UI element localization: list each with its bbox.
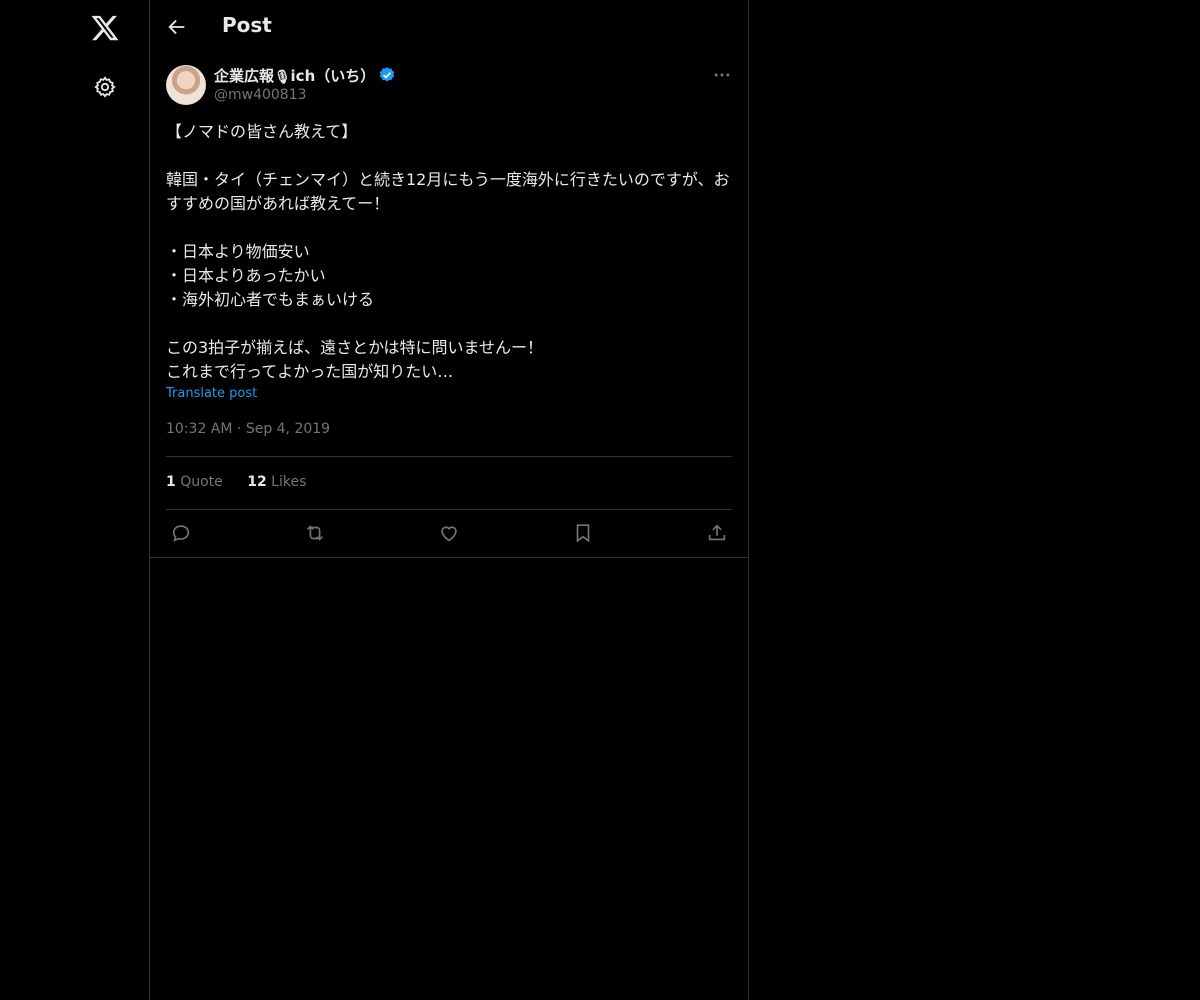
likes-label: Likes: [271, 474, 307, 490]
verified-badge-icon: [378, 66, 396, 84]
repost-icon[interactable]: [304, 522, 326, 544]
post-time: 10:32 AM: [166, 421, 233, 437]
author-display-name[interactable]: 企業広報🎙ich（いち）: [214, 65, 396, 86]
settings-icon[interactable]: [93, 75, 117, 99]
x-logo-icon[interactable]: [90, 13, 120, 43]
divider: [150, 557, 748, 558]
timestamp-separator: ·: [236, 421, 242, 437]
post-actions: [166, 510, 732, 556]
translate-post-link[interactable]: Translate post: [166, 386, 257, 401]
avatar[interactable]: [166, 65, 206, 105]
post-date: Sep 4, 2019: [245, 421, 331, 437]
post-detail-column: Post 企業広報🎙ich（いち） @mw400813 【ノマドの皆さん教えて】…: [149, 0, 749, 1000]
share-icon[interactable]: [706, 522, 728, 544]
display-name-prefix: 企業広報: [214, 67, 275, 85]
left-navigation: [0, 0, 149, 1000]
microphone-emoji: 🎙: [274, 70, 291, 85]
likes-stat[interactable]: 12 Likes: [247, 474, 306, 490]
quotes-stat[interactable]: 1 Quote: [166, 474, 223, 490]
quotes-count: 1: [166, 474, 176, 490]
post-timestamp[interactable]: 10:32 AM · Sep 4, 2019: [166, 421, 330, 437]
page-title: Post: [222, 13, 272, 37]
author-handle[interactable]: @mw400813: [214, 87, 307, 103]
quotes-label: Quote: [180, 474, 223, 490]
like-icon[interactable]: [438, 522, 460, 544]
divider: [166, 456, 732, 457]
likes-count: 12: [247, 474, 267, 490]
page-header: Post: [150, 0, 748, 53]
post-author: 企業広報🎙ich（いち） @mw400813: [166, 65, 732, 107]
more-icon[interactable]: [712, 65, 732, 85]
post-stats: 1 Quote 12 Likes: [166, 474, 326, 490]
post-text: 【ノマドの皆さん教えて】 韓国・タイ（チェンマイ）と続き12月にもう一度海外に行…: [166, 122, 730, 381]
bookmark-icon[interactable]: [572, 522, 594, 544]
back-arrow-icon[interactable]: [166, 16, 188, 38]
reply-icon[interactable]: [170, 522, 192, 544]
display-name-suffix: ich（いち）: [290, 67, 376, 85]
